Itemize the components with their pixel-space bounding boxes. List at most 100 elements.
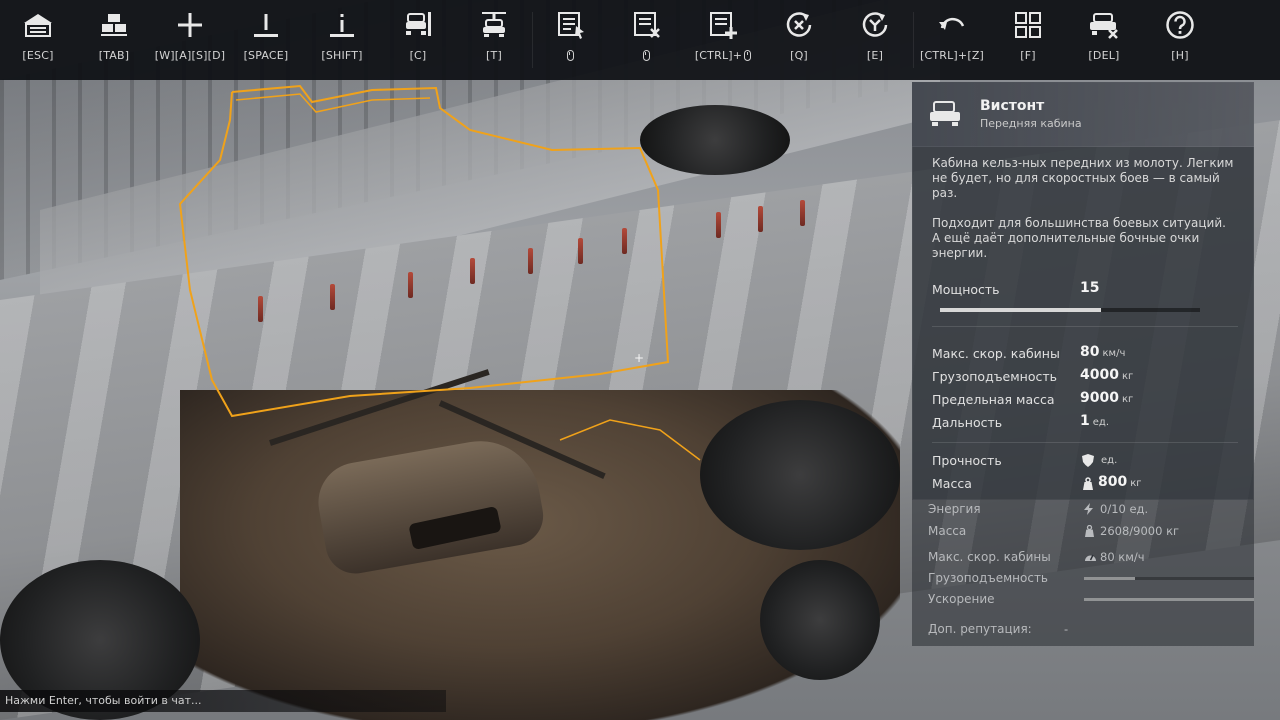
tool-key-label: [Q] bbox=[790, 48, 808, 62]
stat-number: 80 bbox=[1080, 344, 1100, 360]
tool-grid[interactable]: [F] bbox=[990, 0, 1066, 80]
tool-inventory[interactable]: [TAB] bbox=[76, 0, 152, 80]
part-type: Передняя кабина bbox=[980, 117, 1082, 130]
part-description-extra: Подходит для большинства боевых ситуаций… bbox=[932, 216, 1226, 260]
part-description: Кабина кельз-ных передних из молоту. Лег… bbox=[932, 156, 1234, 200]
divider bbox=[932, 442, 1238, 443]
build-mass-label: Масса bbox=[928, 524, 967, 538]
stat-row: Дальность 1 ед. bbox=[932, 413, 1238, 433]
mass-number: 800 bbox=[1098, 474, 1128, 490]
capacity-bar bbox=[1084, 577, 1254, 580]
barrier-post bbox=[578, 238, 583, 264]
durability-value: ед. bbox=[1098, 451, 1117, 467]
power-value: 15 bbox=[1080, 280, 1100, 296]
tool-key-label: [CTRL]+ bbox=[694, 44, 752, 66]
tool-rotate-right[interactable]: [E] bbox=[837, 0, 913, 80]
rotate-left-icon bbox=[761, 0, 837, 44]
grid-icon bbox=[990, 0, 1066, 44]
barrier-post bbox=[528, 248, 533, 274]
durability-stat: Прочность ед. bbox=[932, 451, 1238, 471]
tool-remove-part[interactable] bbox=[609, 0, 685, 80]
tool-key-label: [SHIFT] bbox=[321, 48, 363, 62]
rotate-right-icon bbox=[837, 0, 913, 44]
tool-key-label: [C] bbox=[409, 48, 427, 62]
stat-value: 1 ед. bbox=[1080, 413, 1109, 429]
reputation-row: Доп. репутация: - bbox=[928, 620, 1244, 640]
build-summary-panel: Энергия 0/10 ед. Масса 2608/9000 кг Макс… bbox=[912, 500, 1254, 646]
build-accel-row: Ускорение bbox=[928, 590, 1254, 610]
select-part-icon bbox=[533, 0, 609, 44]
undo-icon bbox=[914, 0, 990, 44]
stat-value: 80 км/ч bbox=[1080, 344, 1125, 360]
weight-icon bbox=[1084, 524, 1095, 540]
build-accel-label: Ускорение bbox=[928, 592, 995, 606]
tool-raise[interactable]: [SPACE] bbox=[228, 0, 304, 80]
tool-key-label: [E] bbox=[866, 48, 884, 62]
chat-input-hint[interactable]: Нажми Enter, чтобы войти в чат... bbox=[0, 690, 446, 712]
stat-number: 4000 bbox=[1080, 367, 1119, 383]
stat-value: 9000 кг bbox=[1080, 390, 1133, 406]
build-capacity-row: Грузоподъемность bbox=[928, 569, 1254, 589]
build-capacity-label: Грузоподъемность bbox=[928, 571, 1049, 585]
add-part-icon bbox=[685, 0, 761, 44]
tool-undo[interactable]: [CTRL]+[Z] bbox=[914, 0, 990, 80]
tool-rotate-left[interactable]: [Q] bbox=[761, 0, 837, 80]
move-icon bbox=[152, 0, 228, 44]
vehicle-wheel-right bbox=[700, 400, 900, 550]
power-bar bbox=[940, 308, 1200, 312]
stat-label: Дальность bbox=[932, 415, 1003, 430]
garage-exit-icon bbox=[0, 0, 76, 44]
tool-key-label bbox=[642, 44, 652, 66]
speedometer-icon bbox=[1084, 551, 1097, 565]
tool-car-lift[interactable]: [C] bbox=[380, 0, 456, 80]
tool-exit-garage[interactable]: [ESC] bbox=[0, 0, 76, 80]
car-hoist-icon bbox=[456, 0, 532, 44]
tool-key-label: [F] bbox=[1020, 48, 1036, 62]
build-speed-row: Макс. скор. кабины 80 км/ч bbox=[928, 548, 1244, 568]
barrier-post bbox=[330, 284, 335, 310]
stat-unit: км/ч bbox=[1102, 348, 1126, 359]
build-speed-value: 80 км/ч bbox=[1100, 550, 1145, 564]
mass-unit: кг bbox=[1130, 478, 1142, 489]
stat-row: Предельная масса 9000 кг bbox=[932, 390, 1238, 410]
tool-key-label: [DEL] bbox=[1088, 48, 1120, 62]
shield-icon bbox=[1082, 454, 1094, 470]
stat-row: Грузоподъемность 4000 кг bbox=[932, 367, 1238, 387]
tool-select-part[interactable] bbox=[533, 0, 609, 80]
tool-lower[interactable]: [SHIFT] bbox=[304, 0, 380, 80]
tool-key-label: [ESC] bbox=[22, 48, 54, 62]
part-name: Вистонт bbox=[980, 98, 1045, 114]
tool-move[interactable]: [W][A][S][D] bbox=[152, 0, 228, 80]
remove-part-icon bbox=[609, 0, 685, 44]
delete-vehicle-icon bbox=[1066, 0, 1142, 44]
tool-add-part[interactable]: [CTRL]+ bbox=[685, 0, 761, 80]
stat-label: Макс. скор. кабины bbox=[932, 346, 1060, 361]
build-mass-row: Масса 2608/9000 кг bbox=[928, 522, 1244, 542]
right-mouse-icon bbox=[642, 49, 650, 61]
stat-unit: кг bbox=[1121, 371, 1134, 382]
tool-delete-vehicle[interactable]: [DEL] bbox=[1066, 0, 1142, 80]
left-mouse-icon bbox=[566, 49, 574, 61]
energy-label: Энергия bbox=[928, 502, 981, 516]
build-mass-value: 2608/9000 кг bbox=[1100, 524, 1180, 538]
tool-key-label: [CTRL]+[Z] bbox=[919, 48, 985, 62]
reputation-label: Доп. репутация: bbox=[928, 622, 1032, 636]
barrier-post bbox=[800, 200, 805, 226]
stat-unit: кг bbox=[1121, 394, 1134, 405]
mass-value: 800 кг bbox=[1098, 474, 1142, 490]
tool-help[interactable]: [H] bbox=[1142, 0, 1218, 80]
energy-icon bbox=[1084, 503, 1093, 518]
durability-label: Прочность bbox=[932, 453, 1002, 468]
tool-key-label: [W][A][S][D] bbox=[154, 48, 226, 62]
tool-key-text: [CTRL]+ bbox=[694, 48, 743, 62]
help-icon bbox=[1142, 0, 1218, 44]
stat-number: 9000 bbox=[1080, 390, 1119, 406]
tool-car-hoist[interactable]: [T] bbox=[456, 0, 532, 80]
stat-number: 1 bbox=[1080, 413, 1090, 429]
tool-key-label: [H] bbox=[1171, 48, 1189, 62]
energy-row: Энергия 0/10 ед. bbox=[928, 500, 1244, 520]
capacity-bar-fill bbox=[1084, 577, 1135, 580]
part-info-panel: Вистонт Передняя кабина Кабина кельз-ных… bbox=[912, 82, 1254, 500]
game-viewport[interactable]: + [ESC] [TAB] [W][A][S][D] [SPACE] [SHIF… bbox=[0, 0, 1280, 720]
reputation-value: - bbox=[1064, 622, 1069, 636]
